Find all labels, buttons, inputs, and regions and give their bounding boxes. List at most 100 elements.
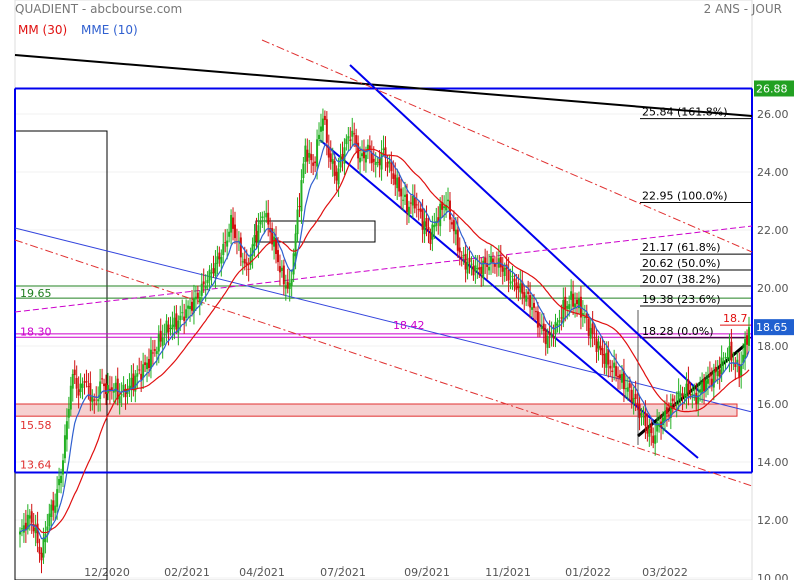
candle-body	[167, 324, 170, 333]
candle-body	[533, 302, 536, 308]
candle-body	[404, 194, 407, 197]
candle-body	[306, 149, 309, 162]
candle-body	[120, 394, 123, 396]
candle-body	[611, 370, 614, 372]
candle-body	[517, 286, 520, 289]
ma30-line	[29, 148, 750, 534]
x-tick-label: 11/2021	[485, 566, 531, 579]
candle-body	[685, 383, 688, 399]
candle-body	[34, 527, 37, 534]
fib-label: 19.38 (23.6%)	[642, 293, 721, 306]
candle-body	[91, 397, 94, 403]
candle-body	[380, 152, 383, 170]
candle-body	[587, 318, 590, 336]
candle-body	[378, 158, 381, 166]
candle-body	[382, 148, 385, 150]
candle-body	[409, 202, 412, 204]
candle-body	[746, 335, 749, 345]
candle-body	[529, 295, 532, 308]
candle-body	[480, 266, 483, 274]
candle-body	[239, 237, 242, 258]
candle-body	[484, 257, 487, 264]
fib-label: 18.28 (0.0%)	[642, 325, 714, 338]
candle-body	[556, 323, 559, 326]
y-tick-label: 12.00	[757, 514, 789, 527]
candle-body	[331, 159, 334, 164]
candle-body	[687, 379, 690, 393]
chart-period-label: 2 ANS - JOUR	[704, 2, 782, 16]
mid-level-label: 18.42	[393, 319, 425, 332]
candle-body	[46, 526, 49, 531]
candle-body	[470, 263, 473, 265]
candle-body	[226, 240, 229, 247]
candle-body	[196, 292, 199, 299]
candle-body	[83, 381, 86, 383]
candle-body	[335, 171, 338, 181]
candle-body	[54, 505, 57, 513]
x-tick-label: 04/2021	[239, 566, 285, 579]
candle-body	[450, 222, 453, 225]
candle-body	[157, 334, 160, 352]
candle-body	[572, 293, 575, 307]
candle-body	[413, 197, 416, 209]
candle-body	[79, 383, 82, 392]
candle-body	[75, 377, 78, 389]
candle-body	[701, 382, 704, 394]
candle-body	[718, 369, 721, 377]
red-dashed-upper	[261, 39, 753, 253]
candle-body	[394, 174, 397, 185]
candle-body	[210, 272, 213, 274]
candle-body	[593, 337, 596, 339]
candle-body	[304, 145, 307, 163]
candle-body	[142, 364, 145, 379]
candle-body	[321, 118, 324, 131]
candle-body	[574, 303, 577, 308]
candle-body	[294, 233, 297, 257]
candle-body	[511, 275, 514, 278]
candle-body	[466, 261, 469, 274]
candle-body	[343, 147, 346, 164]
candle-body	[155, 351, 158, 354]
candle-body	[138, 369, 141, 371]
candle-body	[202, 281, 205, 285]
candle-body	[190, 301, 193, 311]
candle-body	[564, 296, 567, 309]
candle-body	[523, 292, 526, 298]
candle-body	[247, 268, 250, 270]
candle-body	[28, 515, 31, 519]
candle-body	[189, 306, 192, 310]
candle-body	[296, 209, 299, 235]
candle-body	[392, 173, 395, 179]
candle-body	[730, 341, 733, 361]
candle-body	[241, 261, 244, 263]
candle-body	[693, 389, 696, 391]
candle-body	[171, 324, 174, 330]
candle-body	[183, 316, 186, 321]
candle-body	[339, 156, 342, 168]
candle-body	[675, 403, 678, 405]
candle-body	[708, 374, 711, 377]
candle-body	[476, 267, 479, 270]
candle-body	[478, 267, 481, 270]
candle-body	[341, 153, 344, 160]
candle-body	[204, 286, 207, 289]
candle-body	[89, 383, 92, 402]
candle-body	[136, 373, 139, 377]
candle-body	[93, 399, 96, 401]
candle-body	[198, 296, 201, 303]
candle-body	[151, 352, 154, 354]
candle-body	[748, 327, 750, 346]
candle-body	[407, 206, 410, 216]
candle-body	[560, 317, 563, 319]
candle-body	[654, 435, 657, 444]
candle-body	[566, 305, 569, 309]
candle-body	[550, 334, 553, 338]
candle-body	[181, 312, 184, 314]
fib-label: 22.95 (100.0%)	[642, 189, 728, 202]
candle-body	[636, 402, 639, 406]
fib-label: 25.84 (161.8%)	[642, 106, 728, 119]
candle-body	[570, 291, 573, 300]
candle-body	[740, 364, 743, 376]
candle-body	[456, 229, 459, 251]
candle-body	[527, 291, 530, 294]
